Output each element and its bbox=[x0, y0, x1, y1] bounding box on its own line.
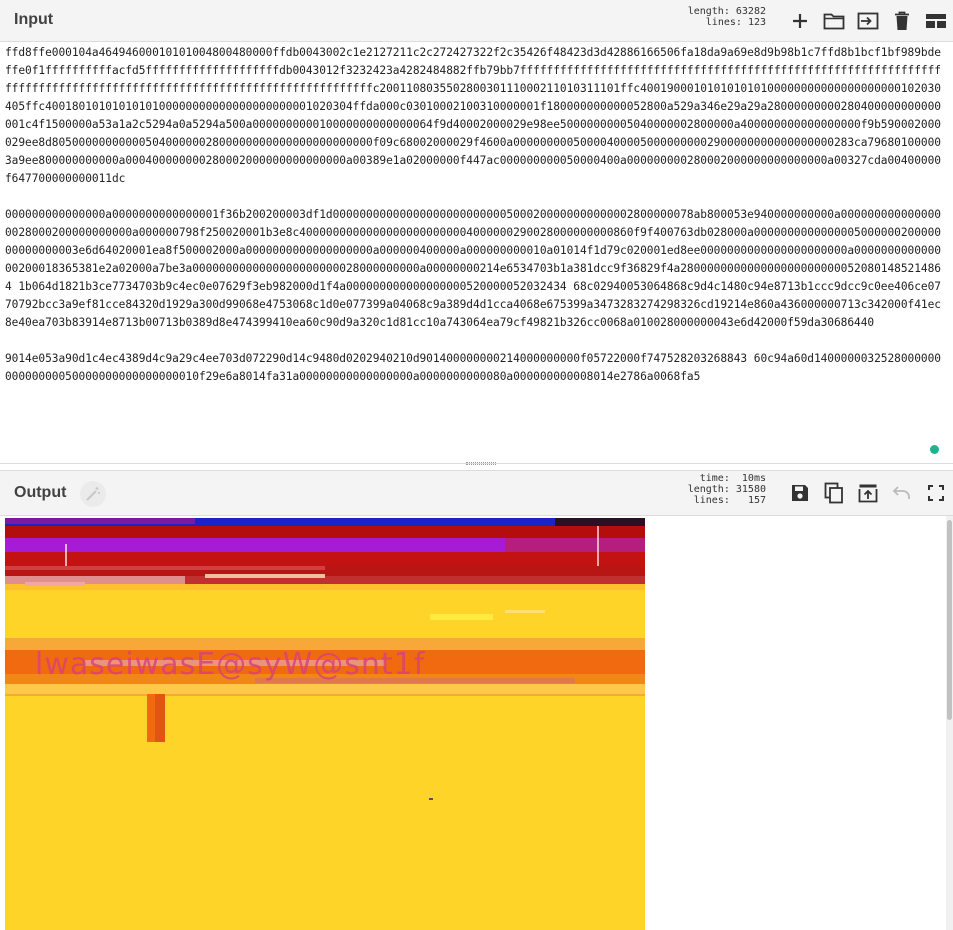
trash-icon bbox=[895, 11, 909, 30]
input-title: Input bbox=[14, 11, 54, 28]
output-scrollbar-thumb[interactable] bbox=[947, 520, 952, 720]
save-output-button[interactable] bbox=[788, 481, 812, 505]
output-title: Output bbox=[14, 484, 67, 501]
import-icon bbox=[857, 12, 879, 30]
input-length-label: length: bbox=[687, 6, 730, 17]
input-lines-label: lines: bbox=[705, 17, 742, 28]
maximise-icon bbox=[928, 485, 944, 501]
output-lines-label: lines: bbox=[693, 495, 730, 506]
image-band-red-5 bbox=[5, 566, 325, 570]
image-garbled-text: lwaseiwasE@syW@snt1f bbox=[35, 647, 426, 682]
output-length-value: 31580 bbox=[735, 484, 766, 495]
replace-input-icon bbox=[858, 484, 878, 503]
output-area[interactable]: lwaseiwasE@syW@snt1f bbox=[0, 516, 953, 930]
reset-layout-button[interactable] bbox=[924, 9, 948, 33]
image-band-red-2 bbox=[5, 552, 645, 566]
add-input-button[interactable] bbox=[788, 9, 812, 33]
switch-output-to-input-button[interactable] bbox=[856, 481, 880, 505]
input-textarea[interactable]: ffd8ffe000104a46494600010101004800480000… bbox=[0, 42, 953, 464]
add-icon bbox=[793, 14, 807, 28]
image-streak-2 bbox=[597, 526, 599, 572]
image-band-magenta bbox=[505, 538, 645, 552]
output-header: Output time: 10ms length: 31580 lines: 1… bbox=[0, 470, 953, 516]
image-band-peach bbox=[205, 574, 325, 578]
open-input-folder-button[interactable] bbox=[856, 9, 880, 33]
status-indicator bbox=[930, 445, 939, 454]
open-input-file-button[interactable] bbox=[822, 9, 846, 33]
copy-icon bbox=[824, 482, 843, 504]
image-speck bbox=[429, 798, 433, 800]
save-icon bbox=[792, 485, 808, 501]
image-drip-shade bbox=[155, 694, 165, 742]
undo-button[interactable] bbox=[890, 481, 914, 505]
image-band-orange-3 bbox=[5, 684, 645, 694]
undo-icon bbox=[892, 486, 910, 499]
magic-button[interactable] bbox=[80, 481, 106, 507]
image-highlight-2 bbox=[505, 610, 545, 613]
copy-output-button[interactable] bbox=[822, 481, 846, 505]
pane-resize-handle[interactable] bbox=[466, 462, 496, 465]
maximise-output-button[interactable] bbox=[924, 481, 948, 505]
input-header: Input length: 63282 lines: 123 bbox=[0, 0, 953, 42]
image-band-violet bbox=[5, 518, 195, 524]
output-length-label: length: bbox=[687, 484, 730, 495]
input-text[interactable]: ffd8ffe000104a46494600010101004800480000… bbox=[5, 44, 945, 386]
image-highlight bbox=[430, 614, 493, 620]
image-band-red-1 bbox=[5, 526, 645, 538]
image-band-dark bbox=[555, 518, 645, 526]
input-stats: length: 63282 lines: 123 bbox=[670, 6, 766, 28]
clear-io-button[interactable] bbox=[890, 9, 914, 33]
output-time-value: 10ms bbox=[741, 473, 766, 484]
input-lines-value: 123 bbox=[747, 17, 766, 28]
folder-icon bbox=[823, 13, 845, 30]
input-length-value: 63282 bbox=[735, 6, 766, 17]
image-band-salmon bbox=[25, 582, 85, 586]
output-time-label: time: bbox=[699, 473, 730, 484]
output-lines-value: 157 bbox=[747, 495, 766, 506]
image-band-amber bbox=[5, 584, 645, 590]
magic-wand-icon bbox=[86, 487, 100, 501]
layout-icon bbox=[926, 14, 946, 28]
output-stats: time: 10ms length: 31580 lines: 157 bbox=[670, 473, 766, 506]
output-image: lwaseiwasE@syW@snt1f bbox=[5, 518, 645, 930]
